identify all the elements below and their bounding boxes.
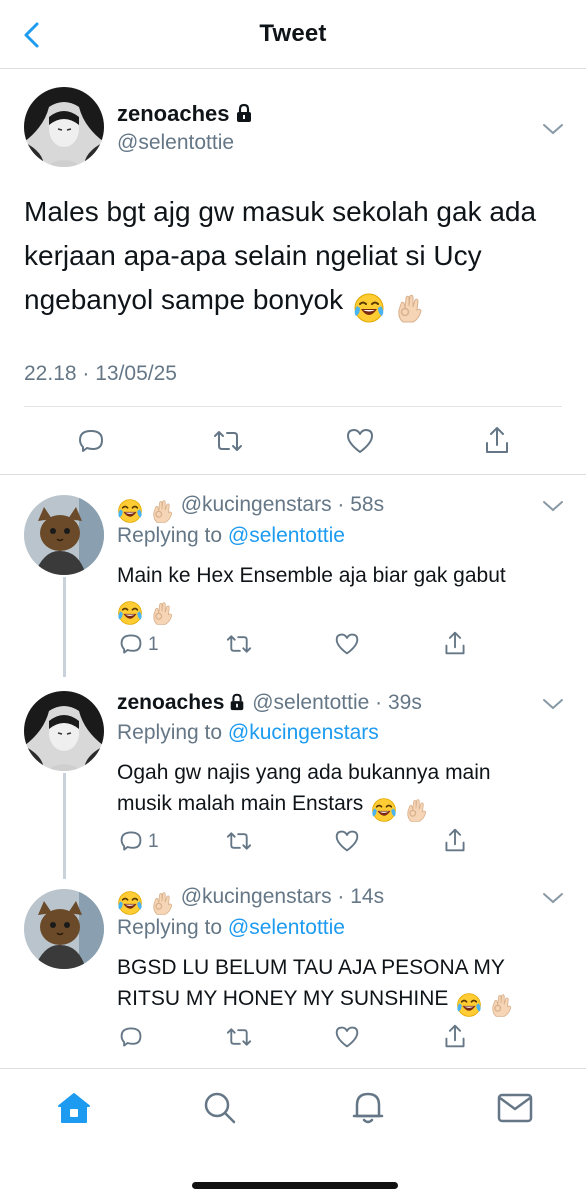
share-icon[interactable]: [443, 827, 467, 853]
heart-icon[interactable]: [334, 1025, 360, 1049]
handle[interactable]: @kucingenstars: [181, 493, 332, 516]
avatar[interactable]: [24, 889, 104, 969]
reply-tweet[interactable]: @kucingenstars · 14s Replying to @selent…: [0, 867, 586, 1067]
messages-icon[interactable]: [497, 1093, 533, 1123]
emoji-group: [117, 597, 175, 628]
share-icon[interactable]: [443, 1023, 467, 1049]
display-name[interactable]: zenoaches: [117, 101, 254, 127]
laughing-emoji-icon: [117, 498, 143, 524]
mention-link[interactable]: @selentottie: [228, 524, 345, 547]
reply-tweet[interactable]: zenoaches @selentottie · 39s Replying to…: [0, 671, 586, 867]
replying-to: Replying to @kucingenstars: [117, 721, 379, 745]
reply-icon[interactable]: [77, 427, 105, 455]
avatar[interactable]: [24, 691, 104, 771]
reply-icon[interactable]: [119, 1025, 143, 1049]
heart-icon[interactable]: [334, 829, 360, 853]
reply-header: @kucingenstars · 14s: [117, 885, 384, 916]
heart-icon[interactable]: [334, 632, 360, 656]
main-tweet: zenoaches @selentottie Males bgt ajg gw …: [0, 69, 586, 474]
reply-tweet[interactable]: @kucingenstars · 58s Replying to @selent…: [0, 475, 586, 671]
tweet-actions: [0, 407, 586, 473]
mention-link[interactable]: @kucingenstars: [228, 721, 379, 744]
name-emojis: [117, 498, 175, 524]
tweet-text: Males bgt ajg gw masuk sekolah gak ada k…: [24, 190, 569, 328]
avatar[interactable]: [24, 87, 104, 167]
retweet-icon[interactable]: [225, 829, 253, 853]
handle[interactable]: @selentottie: [117, 131, 234, 155]
avatar[interactable]: [24, 495, 104, 575]
reply-text-line: Ogah gw najis yang ada bukannya main: [117, 761, 491, 784]
chevron-down-icon[interactable]: [542, 499, 564, 513]
chevron-down-icon[interactable]: [542, 891, 564, 905]
reply-text-line-content: RITSU MY HONEY MY SUNSHINE: [117, 987, 449, 1010]
top-bar: Tweet: [0, 0, 586, 69]
reply-actions: [0, 1023, 586, 1053]
reply-text-line: Main ke Hex Ensemble aja biar gak gabut: [117, 564, 506, 587]
relative-time: · 14s: [337, 885, 385, 908]
laughing-emoji-icon: [117, 890, 143, 916]
replying-to-label: Replying to: [117, 916, 223, 939]
laughing-emoji-icon: [371, 797, 397, 823]
reply-text-line: [117, 591, 562, 628]
handle[interactable]: @kucingenstars: [181, 885, 332, 908]
reply-actions: 1: [0, 630, 586, 660]
reply-text: BGSD LU BELUM TAU AJA PESONA MY RITSU MY…: [117, 952, 562, 1020]
timestamp: 22.18 · 13/05/25: [24, 362, 177, 385]
home-indicator: [192, 1182, 398, 1189]
ok-hand-emoji-icon: [393, 292, 425, 324]
emoji-group: [353, 284, 425, 328]
notifications-icon[interactable]: [351, 1089, 385, 1125]
handle[interactable]: @selentottie: [252, 691, 369, 714]
ok-hand-emoji-icon: [403, 797, 429, 823]
replying-to-label: Replying to: [117, 524, 223, 547]
emoji-group: [456, 989, 514, 1020]
ok-hand-emoji-icon: [488, 992, 514, 1018]
relative-time: · 58s: [337, 493, 385, 516]
reply-text-line-content: musik malah main Enstars: [117, 792, 364, 815]
lock-icon: [231, 693, 244, 711]
name-emojis: [117, 890, 175, 916]
laughing-emoji-icon: [353, 292, 385, 324]
reply-text-line: BGSD LU BELUM TAU AJA PESONA MY: [117, 956, 505, 979]
reply-text: Main ke Hex Ensemble aja biar gak gabut: [117, 560, 562, 628]
reply-text-line: musik malah main Enstars: [117, 788, 562, 825]
replying-to-label: Replying to: [117, 721, 223, 744]
lock-icon: [236, 103, 251, 122]
tweet-text-content: Males bgt ajg gw masuk sekolah gak ada k…: [24, 196, 537, 315]
reply-text-line: RITSU MY HONEY MY SUNSHINE: [117, 983, 562, 1020]
retweet-icon[interactable]: [212, 427, 244, 455]
display-name-text: zenoaches: [117, 101, 230, 126]
display-name[interactable]: zenoaches: [117, 691, 224, 714]
share-icon[interactable]: [443, 630, 467, 656]
chevron-down-icon[interactable]: [542, 697, 564, 711]
emoji-group: [371, 794, 429, 825]
reply-count: 1: [148, 634, 159, 655]
mention-link[interactable]: @selentottie: [228, 916, 345, 939]
reply-icon[interactable]: [119, 829, 143, 853]
retweet-icon[interactable]: [225, 632, 253, 656]
ok-hand-emoji-icon: [149, 890, 175, 916]
page-title: Tweet: [259, 20, 327, 47]
reply-text: Ogah gw najis yang ada bukannya main mus…: [117, 757, 562, 825]
reply-count: 1: [148, 831, 159, 852]
replying-to: Replying to @selentottie: [117, 916, 345, 940]
heart-icon[interactable]: [345, 427, 375, 455]
ok-hand-emoji-icon: [149, 600, 175, 626]
reply-actions: 1: [0, 827, 586, 857]
reply-icon[interactable]: [119, 632, 143, 656]
home-icon[interactable]: [56, 1091, 92, 1125]
search-icon[interactable]: [203, 1091, 237, 1125]
replying-to: Replying to @selentottie: [117, 524, 345, 548]
chevron-down-icon[interactable]: [542, 122, 564, 136]
reply-header: @kucingenstars · 58s: [117, 493, 384, 524]
laughing-emoji-icon: [456, 992, 482, 1018]
retweet-icon[interactable]: [225, 1025, 253, 1049]
reply-header: zenoaches @selentottie · 39s: [117, 691, 422, 715]
laughing-emoji-icon: [117, 600, 143, 626]
relative-time: · 39s: [375, 691, 422, 714]
share-icon[interactable]: [483, 425, 511, 455]
ok-hand-emoji-icon: [149, 498, 175, 524]
